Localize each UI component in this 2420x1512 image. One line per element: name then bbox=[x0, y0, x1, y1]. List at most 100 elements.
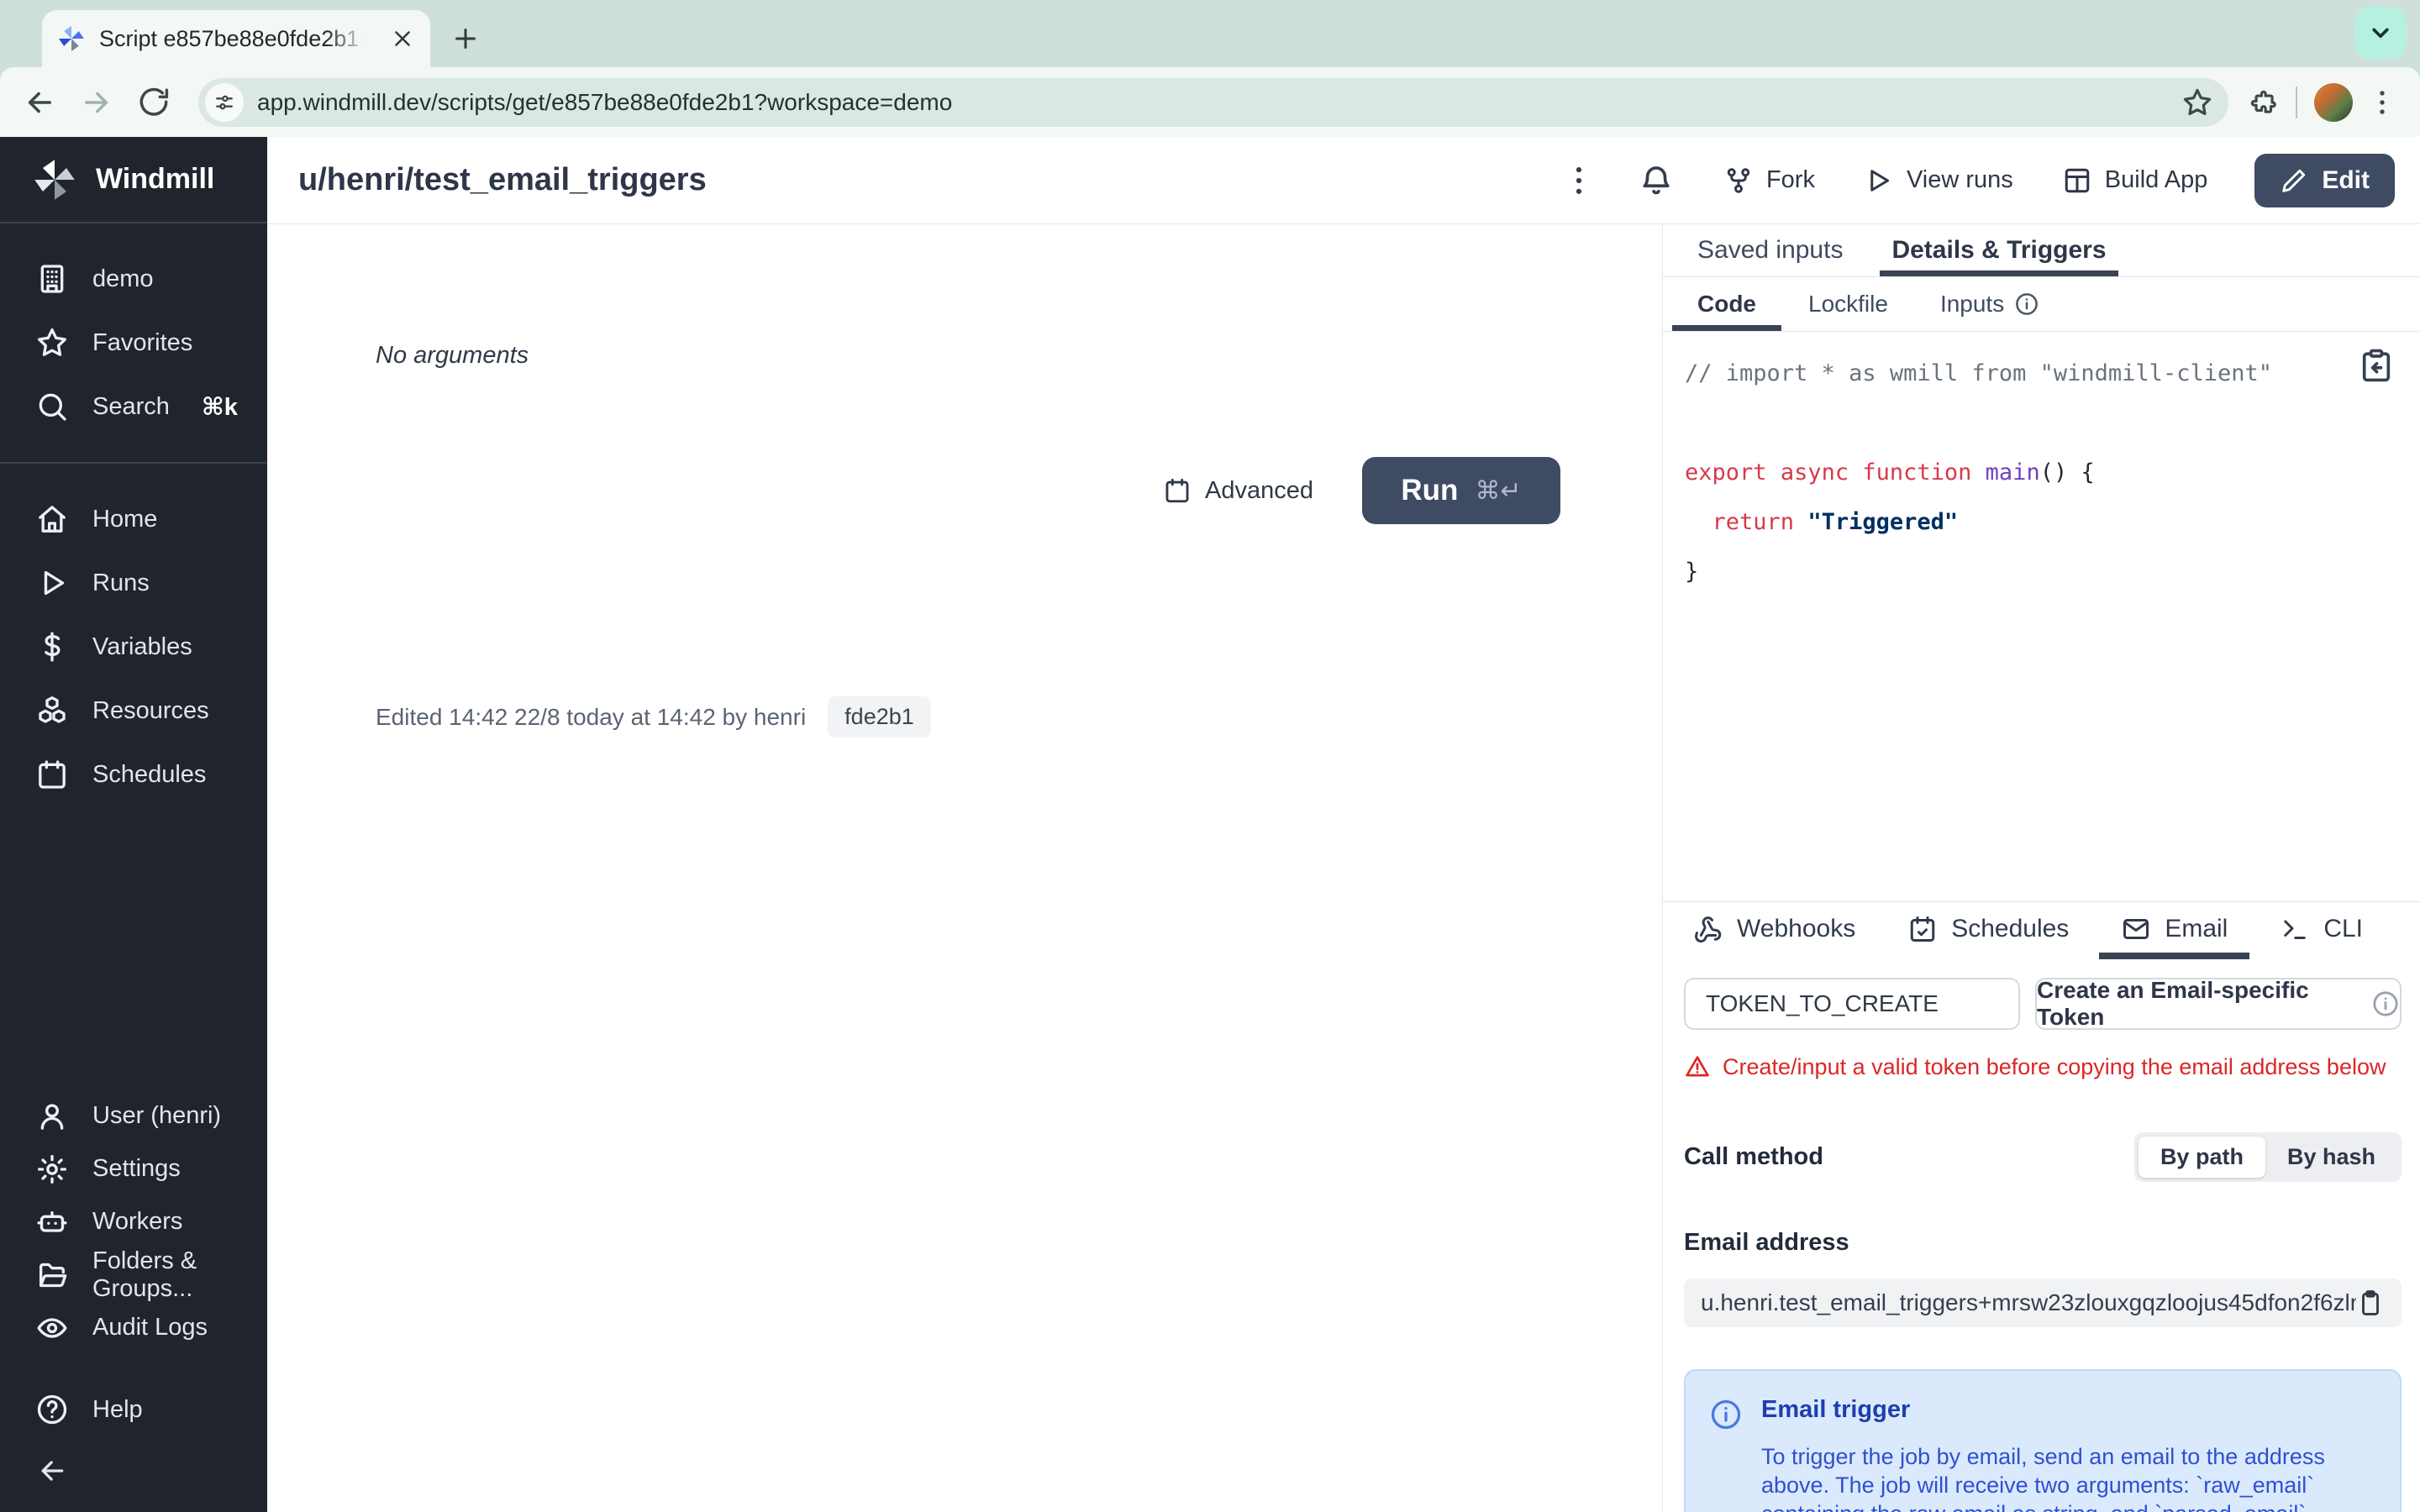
sidebar-item-workers[interactable]: Workers bbox=[0, 1195, 267, 1248]
sidebar-item-label: Help bbox=[92, 1395, 143, 1423]
tab-strip: Script e857be88e0fde2b1 | W bbox=[0, 0, 2420, 67]
email-address-field[interactable]: u.henri.test_email_triggers+mrsw23zlouxg… bbox=[1684, 1278, 2402, 1327]
sidebar-item-folders[interactable]: Folders & Groups... bbox=[0, 1247, 267, 1302]
play-icon bbox=[35, 566, 69, 600]
sidebar-menu-group: Home Runs Variables Resources Schedules bbox=[0, 464, 267, 830]
sidebar-item-variables[interactable]: Variables bbox=[0, 615, 267, 679]
email-address-label: Email address bbox=[1684, 1229, 1849, 1256]
copy-code-icon[interactable] bbox=[2358, 347, 2395, 384]
user-icon bbox=[35, 1100, 69, 1133]
advanced-button[interactable]: Advanced bbox=[1163, 476, 1313, 505]
info-box-title: Email trigger bbox=[1761, 1396, 1911, 1423]
tab-inputs[interactable]: Inputs bbox=[1940, 277, 2039, 331]
tab-search-button[interactable] bbox=[2354, 7, 2407, 59]
search-icon bbox=[35, 390, 69, 423]
browser-menu-icon[interactable] bbox=[2366, 87, 2398, 118]
url-text: app.windmill.dev/scripts/get/e857be88e0f… bbox=[257, 88, 953, 115]
version-hash-badge[interactable]: fde2b1 bbox=[828, 696, 931, 738]
alert-triangle-icon bbox=[1684, 1053, 1711, 1080]
no-arguments-text: No arguments bbox=[376, 342, 529, 369]
details-tab-bar: Saved inputs Details & Triggers bbox=[1663, 224, 2420, 277]
view-runs-button[interactable]: View runs bbox=[1864, 165, 2013, 196]
token-warning: Create/input a valid token before copyin… bbox=[1684, 1053, 2402, 1080]
trigger-tab-bar: Webhooks Schedules Email CLI bbox=[1663, 902, 2420, 959]
sidebar-item-resources[interactable]: Resources bbox=[0, 679, 267, 743]
building-icon bbox=[35, 262, 69, 296]
build-app-button[interactable]: Build App bbox=[2062, 165, 2207, 196]
tab-saved-inputs[interactable]: Saved inputs bbox=[1697, 224, 1843, 276]
run-button[interactable]: Run ⌘↵ bbox=[1362, 457, 1560, 524]
sidebar-item-schedules[interactable]: Schedules bbox=[0, 743, 267, 806]
url-bar[interactable]: app.windmill.dev/scripts/get/e857be88e0f… bbox=[198, 77, 2228, 127]
sidebar-item-label: Schedules bbox=[92, 760, 207, 788]
fork-button[interactable]: Fork bbox=[1723, 165, 1815, 196]
chevron-down-icon bbox=[2366, 18, 2395, 47]
sidebar-item-label: Search bbox=[92, 392, 170, 420]
notifications-bell-icon[interactable] bbox=[1638, 162, 1675, 199]
tab-title: Script e857be88e0fde2b1 | W bbox=[99, 25, 376, 51]
info-circle-icon bbox=[1709, 1398, 1743, 1431]
forward-icon[interactable] bbox=[79, 85, 114, 120]
code-viewer[interactable]: // import * as wmill from "windmill-clie… bbox=[1663, 332, 2420, 901]
tab-close-icon[interactable] bbox=[390, 26, 415, 51]
dollar-icon bbox=[35, 630, 69, 664]
sidebar-item-label: Audit Logs bbox=[92, 1314, 208, 1341]
sidebar-collapse[interactable] bbox=[0, 1441, 267, 1500]
token-input[interactable] bbox=[1684, 978, 2020, 1030]
tab-email[interactable]: Email bbox=[2099, 902, 2250, 959]
call-method-label: Call method bbox=[1684, 1143, 1823, 1170]
page-header: u/henri/test_email_triggers Fork View ru… bbox=[267, 137, 2420, 224]
more-options-icon[interactable] bbox=[1560, 162, 1597, 199]
sidebar-workspace-group: demo Favorites Search ⌘k bbox=[0, 223, 267, 462]
new-tab-icon[interactable] bbox=[450, 24, 481, 54]
layout-icon bbox=[2062, 165, 2092, 196]
browser-window: Script e857be88e0fde2b1 | W app.windmill… bbox=[0, 0, 2420, 1512]
sidebar-item-home[interactable]: Home bbox=[0, 487, 267, 551]
git-fork-icon bbox=[1723, 165, 1754, 196]
profile-avatar[interactable] bbox=[2314, 82, 2353, 122]
sidebar-brand[interactable]: Windmill bbox=[0, 137, 267, 222]
sidebar-item-settings[interactable]: Settings bbox=[0, 1142, 267, 1195]
tab-cli[interactable]: CLI bbox=[2280, 902, 2363, 956]
create-email-token-button[interactable]: Create an Email-specific Token bbox=[2035, 977, 2402, 1030]
terminal-icon bbox=[2280, 914, 2310, 944]
sidebar-item-favorites[interactable]: Favorites bbox=[0, 311, 267, 375]
extensions-icon[interactable] bbox=[2247, 87, 2279, 118]
reload-icon[interactable] bbox=[136, 85, 171, 120]
sidebar-item-label: Favorites bbox=[92, 328, 193, 356]
by-path-option[interactable]: By path bbox=[2138, 1137, 2265, 1178]
by-hash-option[interactable]: By hash bbox=[2265, 1137, 2397, 1178]
sidebar-item-label: Home bbox=[92, 505, 158, 533]
search-shortcut: ⌘k bbox=[201, 393, 238, 421]
sidebar-item-label: Folders & Groups... bbox=[92, 1247, 197, 1302]
browser-tab[interactable]: Script e857be88e0fde2b1 | W bbox=[42, 10, 430, 67]
back-icon[interactable] bbox=[22, 85, 57, 120]
home-icon bbox=[35, 502, 69, 536]
sidebar-bottom: Help bbox=[0, 1378, 267, 1512]
sidebar-item-help[interactable]: Help bbox=[0, 1378, 267, 1441]
tab-schedules[interactable]: Schedules bbox=[1907, 902, 2069, 956]
sidebar: Windmill demo Favorites Search ⌘k Home R… bbox=[0, 137, 267, 1512]
tab-code[interactable]: Code bbox=[1672, 277, 1781, 331]
sidebar-item-runs[interactable]: Runs bbox=[0, 551, 267, 615]
sidebar-item-user[interactable]: User (henri) bbox=[0, 1089, 267, 1142]
bookmark-star-icon[interactable] bbox=[2181, 87, 2213, 118]
tab-webhooks[interactable]: Webhooks bbox=[1693, 902, 1855, 956]
sidebar-item-label: User (henri) bbox=[92, 1102, 222, 1129]
tab-lockfile[interactable]: Lockfile bbox=[1808, 277, 1888, 331]
run-shortcut: ⌘↵ bbox=[1475, 476, 1522, 505]
sidebar-item-label: Runs bbox=[92, 569, 150, 596]
toolbar-separator bbox=[2296, 86, 2297, 118]
copy-email-icon[interactable] bbox=[2356, 1289, 2385, 1317]
sidebar-item-workspace[interactable]: demo bbox=[0, 247, 267, 311]
robot-icon bbox=[35, 1205, 69, 1239]
edit-button[interactable]: Edit bbox=[2254, 153, 2395, 207]
tab-details-triggers[interactable]: Details & Triggers bbox=[1880, 224, 2118, 276]
page-title: u/henri/test_email_triggers bbox=[298, 162, 707, 197]
gear-icon bbox=[35, 1152, 69, 1186]
sidebar-item-audit-logs[interactable]: Audit Logs bbox=[0, 1301, 267, 1354]
info-circle-icon bbox=[2014, 291, 2039, 317]
info-box-body: To trigger the job by email, send an ema… bbox=[1761, 1444, 2325, 1512]
sidebar-item-search[interactable]: Search ⌘k bbox=[0, 375, 267, 438]
site-info-icon[interactable] bbox=[205, 82, 244, 122]
